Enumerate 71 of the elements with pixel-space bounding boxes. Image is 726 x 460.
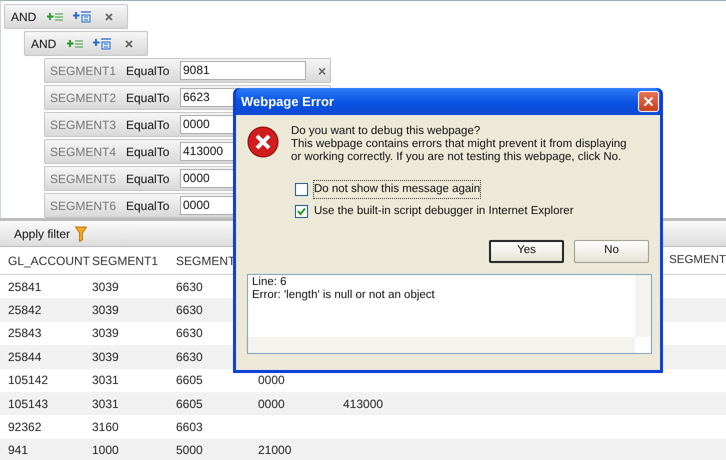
operator-label[interactable]: EqualTo <box>126 170 172 188</box>
dialog-button[interactable]: Yes <box>489 240 564 262</box>
table-cell-text: 3031 <box>92 396 120 413</box>
table-cell-text: 105142 <box>8 372 50 390</box>
column-header[interactable]: GL_ACCOUNT <box>8 252 92 270</box>
delete-icon[interactable] <box>105 12 113 20</box>
table-cell-text: 25841 <box>8 278 42 296</box>
dialog-button[interactable]: No <box>574 240 649 262</box>
field-name[interactable]: SEGMENT6 <box>50 196 118 214</box>
table-cell-text: 21000 <box>258 442 292 460</box>
table-row[interactable]: 105143 3031 6605 0000 413000 <box>0 392 726 416</box>
field-name[interactable]: SEGMENT3 <box>50 116 118 134</box>
dialog-checkbox[interactable]: Use the built-in script debugger in Internet Explorer <box>295 203 652 220</box>
table-cell-text: 105143 <box>8 396 50 413</box>
dialog-question: Do you want to debug this webpage? <box>291 125 482 138</box>
close-button[interactable] <box>638 91 659 112</box>
field-name[interactable]: SEGMENT1 <box>50 62 118 80</box>
table-cell-text: 6630 <box>176 325 204 342</box>
horizontal-scrollbar[interactable] <box>248 336 635 352</box>
delete-button[interactable]: × <box>318 64 326 78</box>
value-field[interactable]: 9081 <box>180 61 306 80</box>
add-condition-icon[interactable] <box>67 38 83 50</box>
operator-label[interactable]: EqualTo <box>126 88 172 106</box>
funnel-icon <box>75 226 88 242</box>
add-group-icon[interactable] <box>93 37 111 50</box>
error-details-box[interactable]: Line: 6 Error: 'length' is null or not an object <box>247 274 652 354</box>
group-operator[interactable]: AND <box>31 34 57 52</box>
table-cell-text: 6603 <box>176 419 204 436</box>
table-cell-text: 1000 <box>92 442 120 460</box>
table-cell-text: 3031 <box>92 372 120 390</box>
operator-label[interactable]: EqualTo <box>126 142 172 160</box>
dialog-message: This webpage contains errors that might prevent it from displaying or working correctly. If you are not testing this webpage, click No. <box>291 138 628 164</box>
table-cell-text: 3039 <box>92 278 120 296</box>
close-icon <box>643 96 654 107</box>
table-cell-text: 25844 <box>8 348 42 366</box>
vertical-scrollbar[interactable] <box>635 274 651 336</box>
operator-label[interactable]: EqualTo <box>126 62 172 80</box>
group-operator[interactable]: AND <box>11 8 37 26</box>
error-icon <box>247 126 279 158</box>
table-cell-text: 6630 <box>176 348 204 366</box>
table-cell-text: 0000 <box>258 372 286 390</box>
error-detail-line: Line: 6 <box>252 276 288 288</box>
delete-icon[interactable] <box>125 40 133 48</box>
dialog-checkbox[interactable]: Do not show this message again <box>295 181 652 198</box>
column-header[interactable]: SEGMENT <box>669 252 726 270</box>
table-cell-text: 6605 <box>176 396 204 413</box>
table-cell-text: 413000 <box>343 396 384 413</box>
table-cell-text: 0000 <box>258 396 286 413</box>
table-cell-text: 3160 <box>92 419 120 436</box>
add-condition-icon[interactable] <box>47 10 63 22</box>
table-cell-text: 3039 <box>92 348 120 366</box>
checkmark-icon <box>297 207 306 216</box>
table-cell-text: 3039 <box>92 325 120 342</box>
column-header[interactable]: SEGMENT1 <box>92 252 176 270</box>
table-cell-text: 92362 <box>8 419 42 436</box>
apply-filter-button[interactable]: Apply filter <box>14 224 88 242</box>
table-cell-text: 6605 <box>176 372 204 390</box>
operator-label[interactable]: EqualTo <box>126 116 172 134</box>
field-name[interactable]: SEGMENT5 <box>50 170 118 188</box>
field-name[interactable]: SEGMENT2 <box>50 88 118 106</box>
add-group-icon[interactable] <box>73 10 91 23</box>
error-detail-line: Error: 'length' is null or not an object <box>252 288 436 302</box>
operator-label[interactable]: EqualTo <box>126 196 172 214</box>
field-name[interactable]: SEGMENT4 <box>50 142 118 160</box>
table-cell-text: 5000 <box>176 442 204 460</box>
table-row[interactable]: 941 1000 5000 21000 <box>0 438 726 460</box>
table-cell-text: 3039 <box>92 302 120 320</box>
table-cell-text: 25842 <box>8 302 42 320</box>
table-cell-text: 941 <box>8 442 30 460</box>
table-cell-text: 25843 <box>8 325 42 342</box>
table-cell-text: 6630 <box>176 302 204 320</box>
